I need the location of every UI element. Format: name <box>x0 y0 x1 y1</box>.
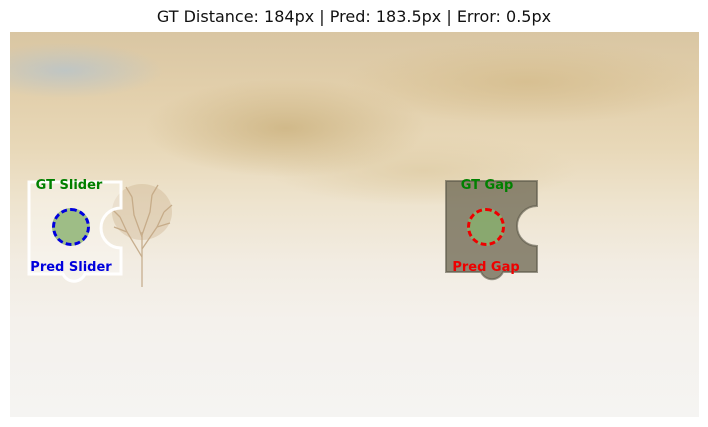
captcha-image: GT Slider Pred Slider GT Gap Pred Gap <box>10 32 699 417</box>
gt-slider-label: GT Slider <box>35 178 103 193</box>
gap-marker <box>467 208 505 246</box>
pred-slider-label: Pred Slider <box>30 260 112 275</box>
gt-gap-label: GT Gap <box>460 178 514 193</box>
pred-gap-label: Pred Gap <box>452 260 520 275</box>
figure: GT Distance: 184px | Pred: 183.5px | Err… <box>0 0 708 427</box>
slider-marker <box>52 208 90 246</box>
figure-title: GT Distance: 184px | Pred: 183.5px | Err… <box>156 7 552 26</box>
